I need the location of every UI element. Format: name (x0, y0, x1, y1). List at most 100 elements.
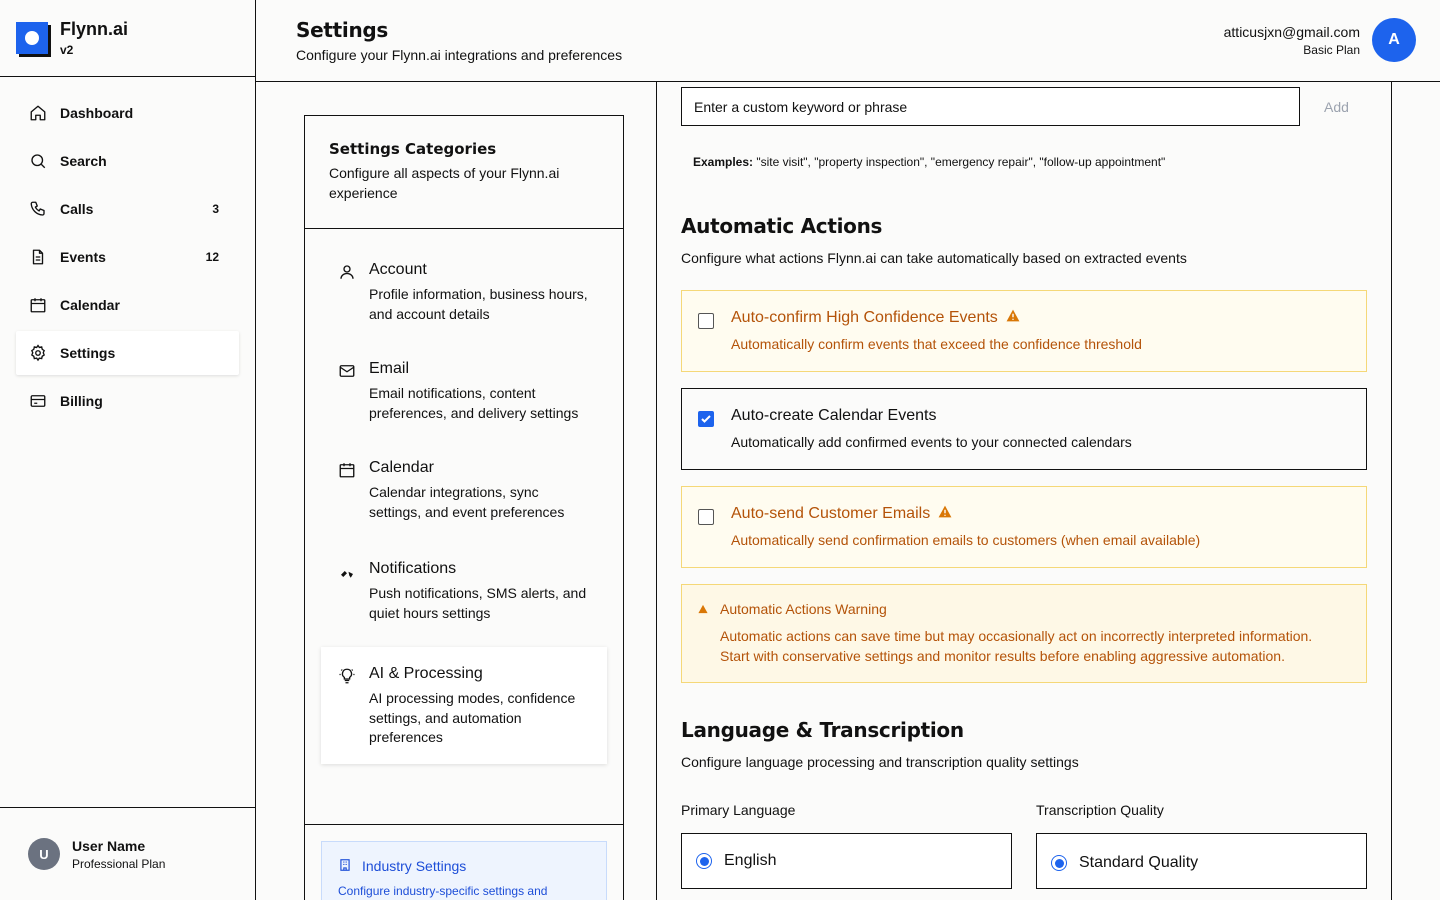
option-description: Automatically add confirmed events to yo… (731, 434, 1132, 450)
check-icon (701, 415, 711, 423)
examples-label: Examples: (693, 155, 754, 169)
account-plan: Basic Plan (1303, 42, 1360, 57)
lightbulb-icon (337, 666, 357, 686)
sidebar-item-label: Dashboard (60, 105, 134, 121)
category-description: Email notifications, content preferences… (369, 385, 579, 421)
transcription-quality-label: Transcription Quality (1036, 802, 1164, 818)
option-description: Automatically send confirmation emails t… (731, 532, 1201, 548)
category-ai-processing[interactable]: AI & Processing AI processing modes, con… (321, 647, 607, 764)
category-name: Account (369, 261, 427, 278)
keyword-examples: Examples: "site visit", "property inspec… (693, 155, 1367, 169)
warning-icon (938, 505, 952, 523)
option-name: Auto-create Calendar Events (731, 407, 937, 424)
phone-icon (28, 199, 48, 219)
category-description: Push notifications, SMS alerts, and quie… (369, 585, 587, 621)
user-profile[interactable]: U User Name Professional Plan (0, 807, 255, 900)
primary-language-label: Primary Language (681, 802, 796, 818)
brand[interactable]: Flynn.ai v2 (0, 0, 255, 77)
auto-create-calendar-option[interactable]: Auto-create Calendar Events Automaticall… (681, 388, 1367, 470)
auto-send-emails-checkbox[interactable] (698, 509, 714, 525)
sidebar-item-calls[interactable]: Calls 3 (16, 187, 239, 231)
warning-icon (698, 601, 708, 666)
calls-count-badge: 3 (212, 202, 219, 216)
home-icon (28, 103, 48, 123)
language-transcription-description: Configure language processing and transc… (681, 754, 1079, 770)
account-menu[interactable]: atticusjxn@gmail.com Basic Plan A (1224, 18, 1416, 62)
sidebar: Flynn.ai v2 Dashboard Search Calls 3 Eve… (0, 0, 256, 900)
category-description: AI processing modes, confidence settings… (369, 690, 576, 745)
sidebar-item-events[interactable]: Events 12 (16, 235, 239, 279)
mail-icon (337, 361, 357, 381)
sidebar-item-settings[interactable]: Settings (16, 331, 239, 375)
warning-title: Automatic Actions Warning (720, 601, 887, 617)
industry-settings-card[interactable]: Industry Settings Configure industry-spe… (321, 841, 607, 900)
building-icon (338, 858, 354, 874)
category-name: Notifications (369, 560, 457, 577)
category-account[interactable]: Account Profile information, business ho… (321, 245, 607, 340)
app-version: v2 (60, 43, 74, 57)
credit-card-icon (28, 391, 48, 411)
bell-icon (337, 561, 357, 581)
auto-send-emails-option[interactable]: Auto-send Customer Emails Automatically … (681, 486, 1367, 568)
user-name: User Name (72, 837, 146, 854)
primary-language-value: English (724, 852, 777, 869)
events-count-badge: 12 (205, 250, 219, 264)
sidebar-item-label: Calls (60, 201, 94, 217)
category-calendar[interactable]: Calendar Calendar integrations, sync set… (321, 441, 607, 538)
transcription-quality-value: Standard Quality (1079, 854, 1199, 871)
sidebar-item-billing[interactable]: Billing (16, 379, 239, 423)
settings-categories-panel: Settings Categories Configure all aspect… (304, 115, 624, 900)
warning-icon (1006, 309, 1020, 327)
category-email[interactable]: Email Email notifications, content prefe… (321, 342, 607, 439)
sidebar-item-label: Events (60, 249, 106, 265)
avatar: U (28, 838, 60, 870)
option-name: Auto-confirm High Confidence Events (731, 309, 998, 326)
automatic-actions-warning: Automatic Actions Warning Automatic acti… (681, 584, 1367, 683)
auto-confirm-option[interactable]: Auto-confirm High Confidence Events Auto… (681, 290, 1367, 372)
primary-language-option[interactable]: English (681, 833, 1012, 889)
automatic-actions-title: Automatic Actions (681, 214, 883, 238)
category-name: AI & Processing (369, 665, 483, 682)
page-header: Settings Configure your Flynn.ai integra… (256, 0, 1440, 82)
user-icon (337, 262, 357, 282)
sidebar-item-label: Search (60, 153, 107, 169)
radio-selected[interactable] (1051, 855, 1067, 871)
sidebar-item-label: Settings (60, 345, 116, 361)
automatic-actions-description: Configure what actions Flynn.ai can take… (681, 250, 1187, 266)
category-notifications[interactable]: Notifications Push notifications, SMS al… (321, 540, 607, 639)
sidebar-item-calendar[interactable]: Calendar (16, 283, 239, 327)
sidebar-item-search[interactable]: Search (16, 139, 239, 183)
ai-processing-settings: Add Examples: "site visit", "property in… (656, 82, 1392, 900)
custom-keyword-input[interactable] (681, 87, 1300, 126)
option-name: Auto-send Customer Emails (731, 505, 931, 522)
transcription-quality-option[interactable]: Standard Quality (1036, 833, 1367, 889)
industry-settings-description: Configure industry-specific settings and (338, 884, 548, 898)
radio-selected[interactable] (696, 853, 712, 869)
category-name: Calendar (369, 459, 434, 476)
category-name: Email (369, 360, 410, 377)
sidebar-item-label: Billing (60, 393, 103, 409)
calendar-icon (337, 460, 357, 480)
category-description: Profile information, business hours, and… (369, 286, 588, 322)
warning-text: Automatic actions can save time but may … (720, 628, 1313, 664)
industry-settings-title: Industry Settings (362, 858, 467, 874)
sidebar-nav: Dashboard Search Calls 3 Events 12 Calen… (0, 77, 255, 423)
categories-title: Settings Categories (329, 140, 497, 158)
auto-create-calendar-checkbox[interactable] (698, 411, 714, 427)
calendar-icon (28, 295, 48, 315)
sidebar-item-label: Calendar (60, 297, 120, 313)
auto-confirm-checkbox[interactable] (698, 313, 714, 329)
document-icon (28, 247, 48, 267)
categories-description: Configure all aspects of your Flynn.ai e… (329, 165, 560, 201)
search-icon (28, 151, 48, 171)
avatar[interactable]: A (1372, 18, 1416, 62)
account-email: atticusjxn@gmail.com (1223, 23, 1360, 40)
logo-icon (16, 22, 48, 54)
category-description: Calendar integrations, sync settings, an… (369, 484, 565, 520)
examples-text: "site visit", "property inspection", "em… (753, 155, 1166, 169)
gear-icon (28, 343, 48, 363)
user-plan: Professional Plan (72, 856, 166, 871)
sidebar-item-dashboard[interactable]: Dashboard (16, 91, 239, 135)
add-keyword-button[interactable]: Add (1324, 99, 1349, 115)
app-name: Flynn.ai (60, 19, 129, 39)
